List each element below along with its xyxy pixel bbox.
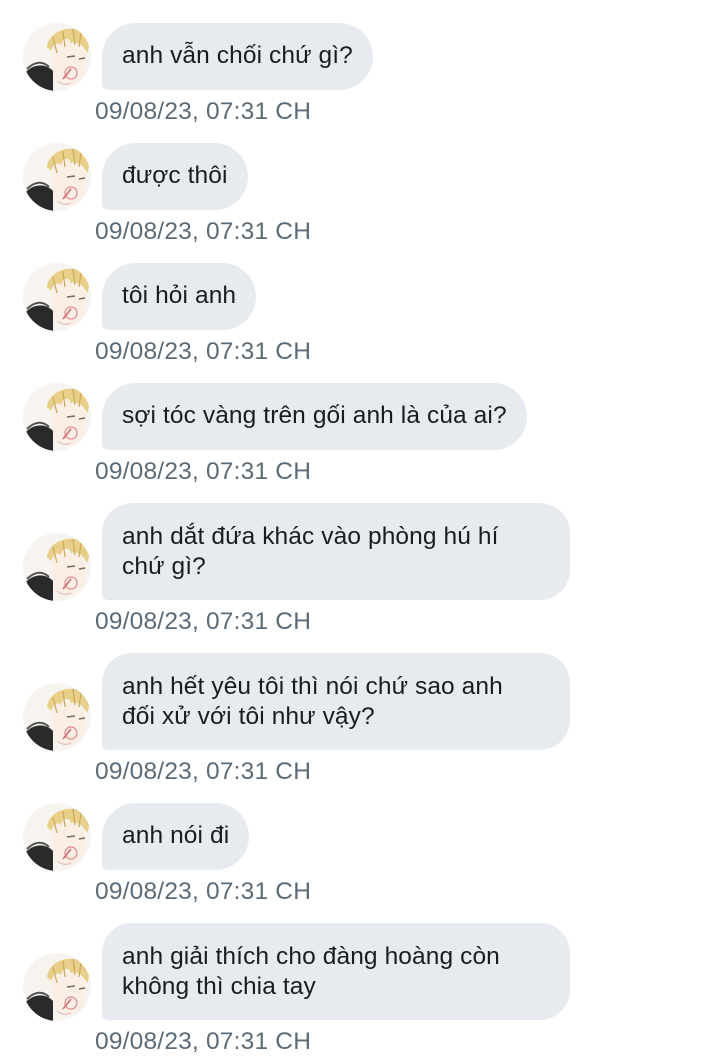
- profile-avatar-icon: [23, 533, 91, 601]
- profile-avatar-icon: [23, 263, 91, 331]
- message-bubble[interactable]: sợi tóc vàng trên gối anh là của ai?: [102, 383, 527, 450]
- message-bubble[interactable]: anh dắt đứa khác vào phòng hú hí chứ gì?: [102, 503, 570, 600]
- profile-avatar-icon: [23, 683, 91, 751]
- avatar[interactable]: [23, 683, 91, 751]
- message-timestamp: 09/08/23, 07:31 CH: [95, 98, 312, 125]
- profile-avatar-icon: [23, 953, 91, 1021]
- message-bubble[interactable]: anh giải thích cho đàng hoàng còn không …: [102, 923, 570, 1020]
- profile-avatar-icon: [23, 143, 91, 211]
- avatar[interactable]: [23, 23, 91, 91]
- message-timestamp: 09/08/23, 07:31 CH: [95, 758, 312, 785]
- message-bubble[interactable]: anh hết yêu tôi thì nói chứ sao anh đối …: [102, 653, 570, 750]
- message-timestamp: 09/08/23, 07:31 CH: [95, 608, 312, 635]
- avatar[interactable]: [23, 803, 91, 871]
- avatar[interactable]: [23, 143, 91, 211]
- message-bubble[interactable]: được thôi: [102, 143, 248, 210]
- avatar[interactable]: [23, 533, 91, 601]
- profile-avatar-icon: [23, 23, 91, 91]
- profile-avatar-icon: [23, 383, 91, 451]
- message-timestamp: 09/08/23, 07:31 CH: [95, 338, 312, 365]
- message-bubble[interactable]: anh vẫn chối chứ gì?: [102, 23, 373, 90]
- avatar[interactable]: [23, 953, 91, 1021]
- message-timestamp: 09/08/23, 07:31 CH: [95, 1028, 312, 1055]
- message-timestamp: 09/08/23, 07:31 CH: [95, 458, 312, 485]
- message-timestamp: 09/08/23, 07:31 CH: [95, 218, 312, 245]
- message-timestamp: 09/08/23, 07:31 CH: [95, 878, 312, 905]
- message-bubble[interactable]: tôi hỏi anh: [102, 263, 257, 330]
- message-bubble[interactable]: anh nói đi: [102, 803, 250, 870]
- avatar[interactable]: [23, 383, 91, 451]
- message-thread: anh vẫn chối chứ gì? 09/08/23, 07:31 CH …: [0, 0, 720, 1063]
- avatar[interactable]: [23, 263, 91, 331]
- profile-avatar-icon: [23, 803, 91, 871]
